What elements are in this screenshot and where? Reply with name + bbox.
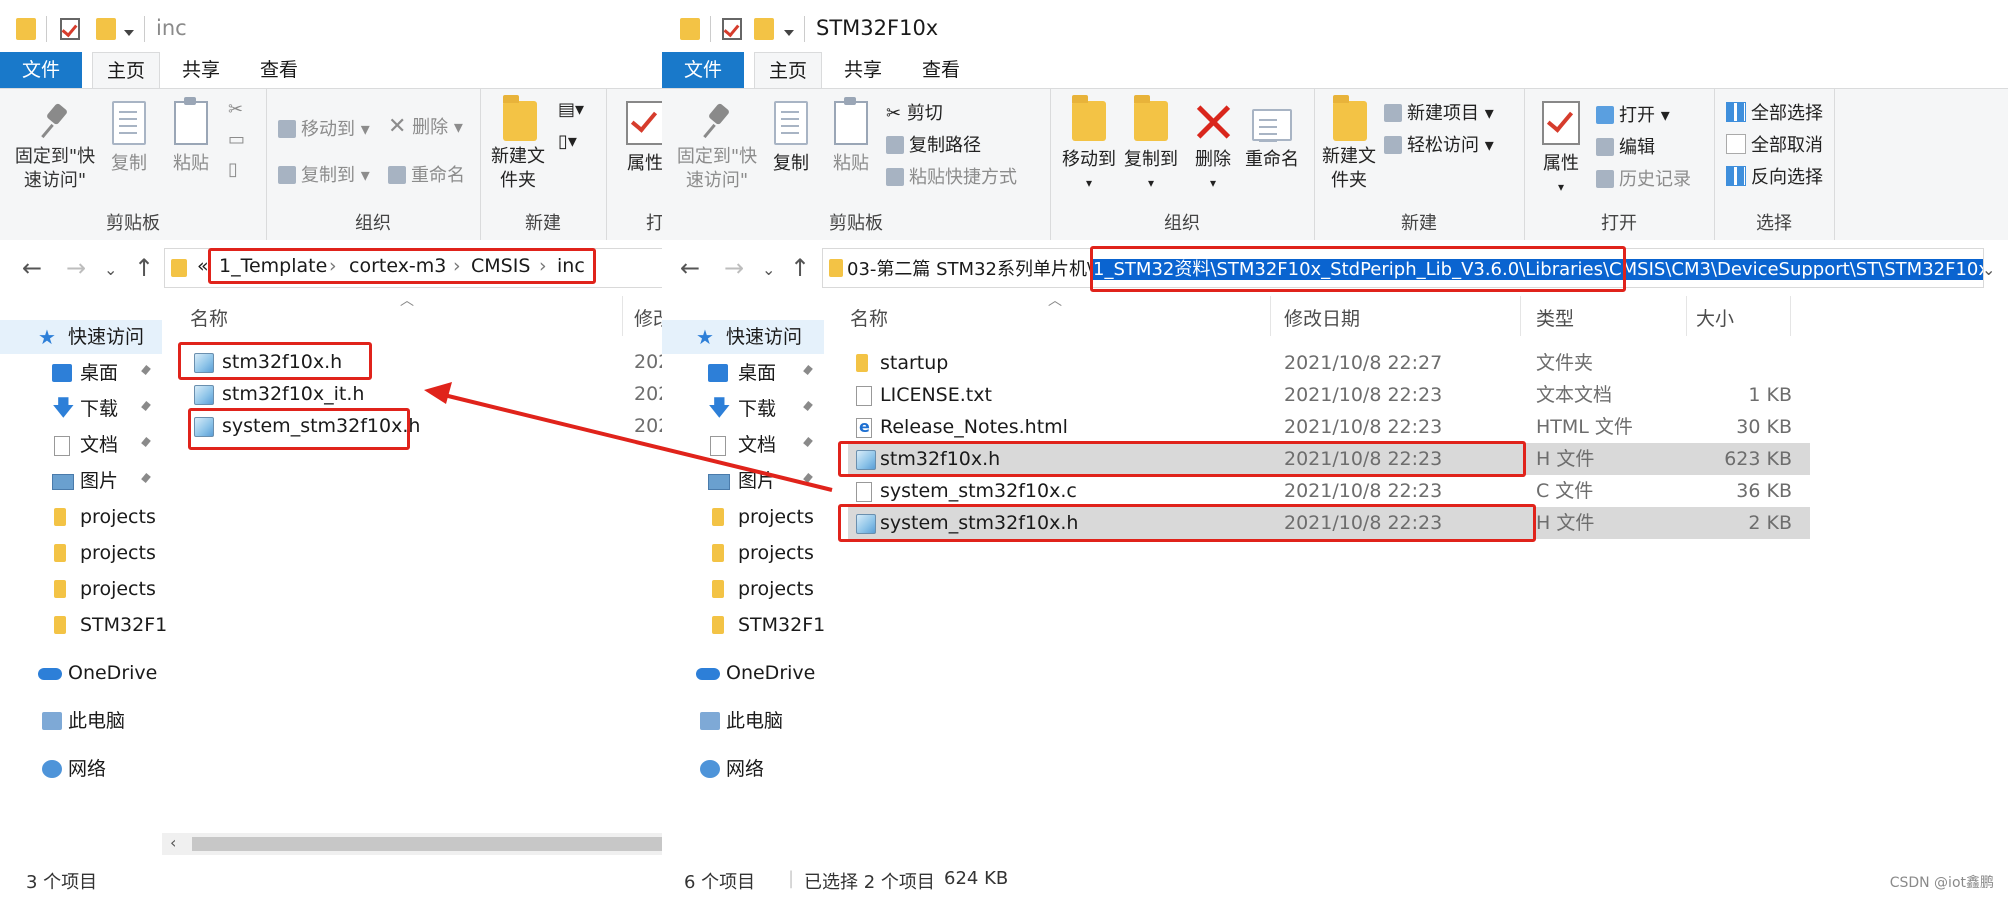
annotation-arrow [424,382,833,492]
